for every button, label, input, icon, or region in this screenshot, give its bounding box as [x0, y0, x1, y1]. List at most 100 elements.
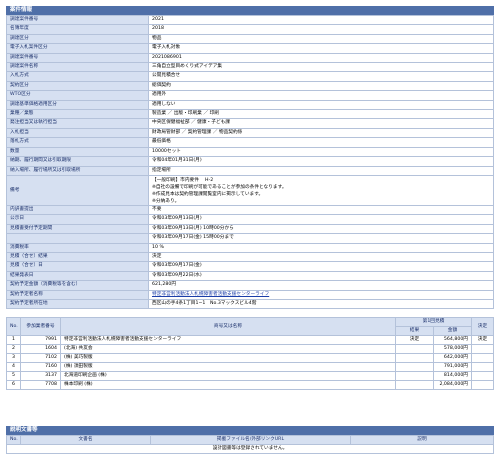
info-label: 契約区分 — [6, 80, 149, 92]
info-label: 調達案件名称 — [6, 62, 149, 73]
info-row: 調達基準価格適用区分 適用しない — [6, 99, 494, 111]
bid-name: 北海道印刷企画 (株) — [60, 371, 396, 382]
bid-row: 5 3137 北海道印刷企画 (株) 814,000円 — [6, 371, 494, 382]
doc-col-name: 文書名 — [20, 435, 151, 446]
info-value: 製造業 ／ 出版・印刷業 ／ 印刷 — [148, 109, 494, 120]
info-row: 結果発表日 令和03年09月22日(水) — [6, 270, 494, 282]
info-row: 納期、履行期間又は引取期限 令和04年01月31日(月) — [6, 156, 494, 167]
info-row: 入札担当 財政局管財部 ／ 契約管理課 ／ 物品契約係 — [6, 127, 494, 139]
bid-amount: 642,000円 — [432, 353, 473, 364]
info-row: 納入場所、履行場所又は引取場所 指定場所 — [6, 165, 494, 176]
info-label: 業種／業態 — [6, 109, 149, 120]
info-value: 令和04年01月31日(月) — [148, 156, 494, 167]
documents-empty-message: 設計図書等は登録されていません。 — [6, 444, 494, 454]
documents-header: 説明文書等 — [6, 426, 494, 436]
notes-row: 備考 【一般印刷】市内要件 H-2 ※自社の設備で印刷が可能であることが参加の条… — [6, 174, 494, 206]
info-label: 公示日 — [6, 214, 149, 225]
info-row: 契約予定者名称 特定非営利活動法人札幌障害者活動支援センターライフ — [6, 289, 494, 300]
bid-name: (株) 美巧製版 — [60, 353, 396, 364]
contractor-link[interactable]: 特定非営利活動法人札幌障害者活動支援センターライフ — [152, 292, 269, 297]
info-value: 指定場所 — [148, 165, 494, 176]
bid-amount: 2,084,000円 — [432, 380, 473, 391]
bid-result: 決定 — [394, 335, 434, 346]
bid-no: 4 — [6, 362, 21, 373]
bid-amount: 814,000円 — [432, 371, 473, 382]
documents-table: No. 文書名 掲載ファイル名/外部リンクURL 説明 設計図書等は登録されてい… — [6, 435, 494, 454]
bid-name: (北海) 共友会 — [60, 344, 396, 355]
info-row: 発注担当又は執行担当 中央区保健福祉部 ／ 健康・子ども課 — [6, 118, 494, 129]
info-value: 令和03年09月13日(月) — [148, 214, 494, 225]
info-value: 10 % — [148, 242, 494, 253]
info-label: 契約予定者名称 — [6, 289, 149, 300]
bid-decision — [471, 344, 494, 355]
info-row: 見積（合せ）結果 決定 — [6, 251, 494, 263]
info-row: 数量 10000セット — [6, 146, 494, 158]
info-value: 適用外 — [148, 90, 494, 101]
bid-no: 5 — [6, 371, 21, 382]
bid-participant-no: 7991 — [20, 335, 61, 346]
info-label: 調達案件番号 — [6, 52, 149, 64]
info-label: 結果発表日 — [6, 270, 149, 282]
info-label: 落札方式 — [6, 137, 149, 148]
project-info-table: 調達案件番号 2021 名簿年度 2018 調達区分 物品 電子入札案件区分 電子入札対象 調達… — [6, 14, 494, 310]
col-result: 結果 — [394, 326, 434, 337]
bid-decision — [471, 353, 494, 364]
info-label: 内訳書提出 — [6, 204, 149, 216]
info-value: 中央区保健福祉部 ／ 健康・子ども課 — [148, 118, 494, 129]
info-value: 西区山の手4条1丁目1−1 No.3マックスビル4階 — [148, 298, 494, 310]
info-label: WTO区分 — [6, 90, 149, 101]
info-value: 不要 — [148, 204, 494, 216]
info-label: 入札方式 — [6, 71, 149, 82]
doc-col-file-link: 掲載ファイル名/外部リンクURL — [150, 435, 351, 446]
info-label: 調達案件番号 — [6, 14, 149, 26]
info-row: 業種／業態 製造業 ／ 出版・印刷業 ／ 印刷 — [6, 109, 494, 120]
info-value: 2021 — [148, 14, 494, 26]
info-value: 令和03年09月22日(水) — [148, 270, 494, 282]
bid-name: (株) 須田製版 — [60, 362, 396, 373]
notes-label: 備考 — [6, 174, 149, 206]
bid-amount: 791,000円 — [432, 362, 473, 373]
bid-participant-no: 3137 — [20, 371, 61, 382]
info-label — [6, 233, 149, 244]
bid-decision — [471, 371, 494, 382]
info-value: 令和03年09月17日(金) — [148, 261, 494, 272]
col-round1: 第1回見積 — [394, 317, 473, 328]
info-row: 調達案件名称 三角自立型目めくり式アイデア集 — [6, 62, 494, 73]
info-label: 見積（合せ）結果 — [6, 251, 149, 263]
info-row: 調達案件番号 2021086901 — [6, 52, 494, 64]
info-label: 契約予定者所在地 — [6, 298, 149, 310]
info-row: 契約予定金額（消費税等を含む） 621,280円 — [6, 280, 494, 291]
col-amount: 金額 — [432, 326, 473, 337]
bid-no: 1 — [6, 335, 21, 346]
bid-no: 6 — [6, 380, 21, 391]
info-value: 2021086901 — [148, 52, 494, 64]
bid-no: 2 — [6, 344, 21, 355]
notes-line: ※作成見本は契約管理課閲覧室内に掲示しています。 — [152, 191, 264, 197]
col-name: 商号又は名称 — [60, 317, 396, 337]
info-row: 落札方式 最低価格 — [6, 137, 494, 148]
info-row: 公示日 令和03年09月13日(月) — [6, 214, 494, 225]
info-value: 適用しない — [148, 99, 494, 111]
bid-row: 4 7160 (株) 須田製版 791,000円 — [6, 362, 494, 373]
info-row: 消費税率 10 % — [6, 242, 494, 253]
bid-decision — [471, 362, 494, 373]
info-label: 調達基準価格適用区分 — [6, 99, 149, 111]
info-row: 電子入札案件区分 電子入札対象 — [6, 43, 494, 54]
info-row: WTO区分 適用外 — [6, 90, 494, 101]
info-row: 契約区分 総価契約 — [6, 80, 494, 92]
info-row: 令和03年09月17日(金) 15時00分まで — [6, 233, 494, 244]
info-label: 納期、履行期間又は引取期限 — [6, 156, 149, 167]
bid-amount: 564,800円 — [432, 335, 473, 346]
bid-result — [394, 353, 434, 364]
bid-name: 特定非営利活動法人札幌障害者活動支援センターライフ — [60, 335, 396, 346]
info-row: 見積書受付予定期間 令和03年09月13日(月) 10時00分から — [6, 223, 494, 235]
info-value: 令和03年09月17日(金) 15時00分まで — [148, 233, 494, 244]
bid-decision — [471, 380, 494, 391]
info-value: 621,280円 — [148, 280, 494, 291]
info-value: 公開見積合せ — [148, 71, 494, 82]
info-label: 見積（合せ）日 — [6, 261, 149, 272]
info-value: 決定 — [148, 251, 494, 263]
bid-result — [394, 380, 434, 391]
bid-row: 6 7708 株本印刷 (株) 2,084,000円 — [6, 380, 494, 391]
info-label: 契約予定金額（消費税等を含む） — [6, 280, 149, 291]
